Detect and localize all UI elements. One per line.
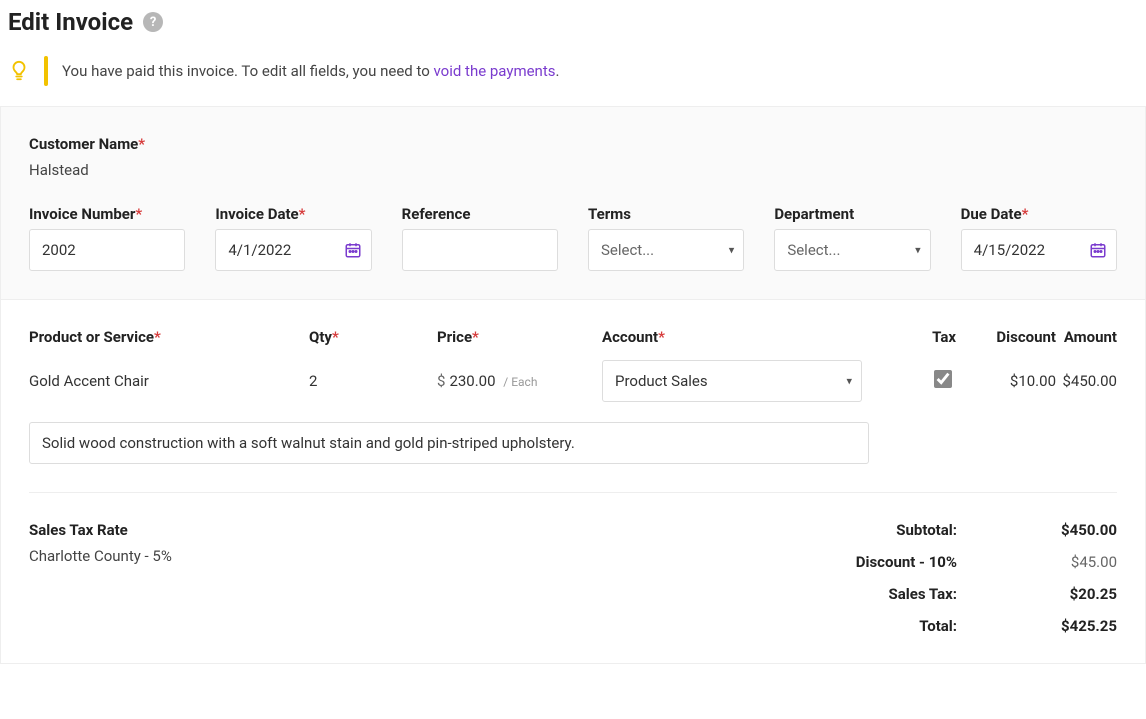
tip-accent-divider bbox=[44, 56, 48, 86]
due-date-calendar-icon[interactable] bbox=[1089, 241, 1107, 259]
discount-value: $45.00 bbox=[997, 553, 1117, 571]
invoice-number-label: Invoice Number* bbox=[29, 205, 185, 223]
invoice-date-label: Invoice Date* bbox=[215, 205, 371, 223]
lightbulb-icon bbox=[8, 60, 30, 82]
line-description[interactable]: Solid wood construction with a soft waln… bbox=[29, 422, 869, 464]
department-select[interactable]: Select... bbox=[774, 229, 930, 271]
line-items-header-row: Product or Service* Qty* Price* Account*… bbox=[29, 328, 1117, 346]
account-select[interactable]: Product Sales bbox=[602, 360, 862, 402]
sales-tax-rate-section: Sales Tax Rate Charlotte County - 5% bbox=[29, 521, 172, 635]
line-tax-cell bbox=[894, 370, 956, 392]
reference-label: Reference bbox=[402, 205, 558, 223]
sales-tax-value: $20.25 bbox=[997, 585, 1117, 603]
sales-tax-rate-label: Sales Tax Rate bbox=[29, 521, 172, 539]
total-value: $425.25 bbox=[997, 617, 1117, 635]
customer-name-label: Customer Name* bbox=[29, 135, 1117, 153]
department-field: Department Select... ▾ bbox=[774, 205, 930, 271]
subtotal-value: $450.00 bbox=[997, 521, 1117, 539]
totals-section: Sales Tax Rate Charlotte County - 5% Sub… bbox=[29, 492, 1117, 635]
invoice-number-input[interactable] bbox=[29, 229, 185, 271]
col-price-header: Price* bbox=[437, 328, 602, 346]
help-icon[interactable]: ? bbox=[143, 12, 163, 32]
customer-name-field: Customer Name* Halstead bbox=[29, 135, 1117, 179]
line-product-value: Gold Accent Chair bbox=[29, 372, 309, 390]
due-date-label: Due Date* bbox=[961, 205, 1117, 223]
price-unit: / Each bbox=[503, 375, 537, 389]
page-title: Edit Invoice bbox=[8, 8, 133, 36]
department-label: Department bbox=[774, 205, 930, 223]
invoice-form-card: Customer Name* Halstead Invoice Number* … bbox=[0, 106, 1146, 300]
line-amount-value: $450.00 bbox=[1056, 372, 1117, 390]
tip-text: You have paid this invoice. To edit all … bbox=[62, 62, 559, 80]
col-amount-header: Amount bbox=[1056, 328, 1117, 346]
line-items-section: Product or Service* Qty* Price* Account*… bbox=[0, 300, 1146, 664]
line-discount-value: $10.00 bbox=[956, 372, 1056, 390]
tax-checkbox[interactable] bbox=[934, 370, 952, 388]
subtotal-label: Subtotal: bbox=[856, 521, 957, 539]
line-account-cell: Product Sales ▾ bbox=[602, 360, 894, 402]
sales-tax-rate-value: Charlotte County - 5% bbox=[29, 547, 172, 565]
col-account-header: Account* bbox=[602, 328, 894, 346]
col-qty-header: Qty* bbox=[309, 328, 437, 346]
col-tax-header: Tax bbox=[894, 328, 956, 346]
invoice-number-field: Invoice Number* bbox=[29, 205, 185, 271]
line-qty-value: 2 bbox=[309, 372, 437, 390]
col-product-header: Product or Service* bbox=[29, 328, 309, 346]
customer-name-value: Halstead bbox=[29, 161, 1117, 179]
invoice-fields-row: Invoice Number* Invoice Date* bbox=[29, 205, 1117, 271]
discount-label: Discount - 10% bbox=[856, 553, 957, 571]
col-discount-header: Discount bbox=[956, 328, 1056, 346]
void-payments-link[interactable]: void the payments bbox=[434, 62, 556, 80]
sales-tax-label: Sales Tax: bbox=[856, 585, 957, 603]
page-header: Edit Invoice ? bbox=[0, 0, 1146, 48]
line-item-row: Gold Accent Chair 2 $230.00 / Each Produ… bbox=[29, 360, 1117, 402]
tip-prefix: You have paid this invoice. To edit all … bbox=[62, 62, 434, 80]
terms-label: Terms bbox=[588, 205, 744, 223]
terms-field: Terms Select... ▾ bbox=[588, 205, 744, 271]
reference-input[interactable] bbox=[402, 229, 558, 271]
tip-suffix: . bbox=[556, 62, 560, 80]
total-label: Total: bbox=[856, 617, 957, 635]
reference-field: Reference bbox=[402, 205, 558, 271]
terms-select[interactable]: Select... bbox=[588, 229, 744, 271]
tip-bar: You have paid this invoice. To edit all … bbox=[0, 48, 1146, 106]
line-price-value: $230.00 / Each bbox=[437, 372, 602, 390]
invoice-date-calendar-icon[interactable] bbox=[344, 241, 362, 259]
invoice-date-field: Invoice Date* bbox=[215, 205, 371, 271]
due-date-field: Due Date* bbox=[961, 205, 1117, 271]
totals-grid: Subtotal: $450.00 Discount - 10% $45.00 … bbox=[856, 521, 1117, 635]
